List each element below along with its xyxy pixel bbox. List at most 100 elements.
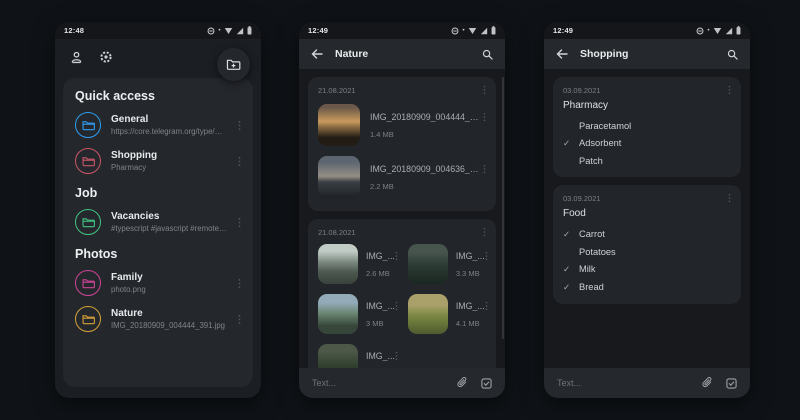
item-menu-icon[interactable] — [238, 314, 241, 325]
file-name: IMG_20180909_004636_57... — [370, 163, 483, 174]
photo-thumbnail[interactable] — [318, 344, 358, 368]
item-menu-icon[interactable] — [483, 112, 486, 122]
folder-subtitle: https://core.telegram.org/type/WebP... — [111, 127, 228, 136]
card-menu-icon[interactable] — [483, 227, 486, 237]
grid-file-item[interactable]: IMG_... 3.3 MB — [407, 241, 488, 287]
folder-item-general[interactable]: General https://core.telegram.org/type/W… — [75, 107, 241, 143]
note-title: Food — [563, 208, 586, 219]
file-name: IMG_... — [455, 300, 485, 311]
grid-file-item[interactable]: IMG_... 2.6 MB — [318, 241, 398, 287]
check-icon[interactable]: ✓ — [563, 282, 579, 293]
item-menu-icon[interactable] — [395, 251, 398, 261]
checklist-label: Potatoes — [579, 246, 616, 257]
photo-thumbnail[interactable] — [407, 294, 448, 334]
checklist-item[interactable]: Potatoes — [563, 243, 731, 260]
file-name: IMG_... — [455, 250, 485, 261]
nature-screen: 12:49 Nature 21.08.2021 IMG_20180909_004… — [299, 22, 505, 398]
photo-thumbnail[interactable] — [318, 294, 358, 334]
folder-icon — [75, 270, 101, 296]
item-menu-icon[interactable] — [395, 301, 398, 311]
file-name: IMG_20180909_004444_39... — [370, 111, 483, 122]
text-input[interactable] — [557, 378, 689, 388]
folder-item-shopping[interactable]: Shopping Pharmacy — [75, 143, 241, 179]
search-icon[interactable] — [727, 49, 738, 60]
signal-icon — [236, 27, 244, 34]
checklist-item[interactable]: ✓ Carrot — [563, 225, 731, 243]
item-menu-icon[interactable] — [485, 301, 488, 311]
section-title-job: Job — [75, 186, 98, 200]
folder-item-family[interactable]: Family photo.png — [75, 265, 241, 301]
folder-item-texts: Nature IMG_20180909_004444_391.jpg — [111, 308, 228, 330]
search-icon[interactable] — [482, 49, 493, 60]
profile-icon[interactable] — [70, 51, 83, 64]
files-toolbar — [55, 39, 261, 81]
section-title-photos: Photos — [75, 247, 118, 261]
item-menu-icon[interactable] — [238, 120, 241, 131]
file-size: 4.1 MB — [455, 318, 480, 328]
file-name: IMG_... — [366, 300, 395, 311]
scrollbar[interactable] — [502, 77, 504, 339]
checklist-label: Milk — [579, 264, 596, 274]
select-checkbox-icon[interactable] — [481, 377, 492, 389]
photo-thumbnail[interactable] — [318, 104, 360, 146]
back-icon[interactable] — [556, 48, 568, 60]
file-size: 1.4 MB — [370, 129, 394, 139]
card-menu-icon[interactable] — [728, 85, 731, 95]
checklist-item[interactable]: ✓ Adsorbent — [563, 134, 731, 152]
date-row: 03.09.2021 — [563, 193, 731, 203]
folder-icon — [75, 209, 101, 235]
item-menu-icon[interactable] — [238, 156, 241, 167]
checklist-item[interactable]: ✓ Milk — [563, 260, 731, 278]
status-bar: 12:49 — [544, 22, 750, 39]
status-time: 12:49 — [308, 26, 329, 35]
folder-title: Family — [111, 272, 143, 283]
back-icon[interactable] — [311, 48, 323, 60]
wifi-icon — [224, 27, 233, 34]
card-menu-icon[interactable] — [483, 85, 486, 95]
item-menu-icon[interactable] — [395, 351, 398, 361]
photo-thumbnail[interactable] — [407, 244, 448, 284]
folder-item-nature[interactable]: Nature IMG_20180909_004444_391.jpg — [75, 301, 241, 337]
select-checkbox-icon[interactable] — [726, 377, 737, 389]
item-menu-icon[interactable] — [483, 164, 486, 174]
check-icon[interactable]: ✓ — [563, 138, 579, 149]
card-menu-icon[interactable] — [728, 193, 731, 203]
attachment-icon[interactable] — [457, 377, 468, 389]
status-bar: 12:48 — [55, 22, 261, 39]
wifi-icon — [468, 27, 477, 34]
checklist-item[interactable]: ✓ Bread — [563, 278, 731, 296]
new-folder-fab[interactable] — [217, 48, 250, 81]
folder-icon — [75, 112, 101, 138]
status-icons — [696, 26, 741, 35]
file-row[interactable]: IMG_20180909_004444_39... 1.4 MB — [318, 99, 486, 151]
text-input[interactable] — [312, 378, 444, 388]
item-menu-icon[interactable] — [485, 251, 488, 261]
file-list-scroll-area[interactable]: 21.08.2021 IMG_20180909_004444_39... 1.4… — [299, 69, 505, 368]
item-menu-icon[interactable] — [238, 217, 241, 228]
grid-file-item[interactable]: IMG_... 3 MB — [318, 291, 398, 337]
file-row[interactable]: IMG_20180909_004636_57... 2.2 MB — [318, 151, 486, 203]
alarm-dot-icon — [462, 28, 465, 31]
grid-file-item[interactable]: IMG_... 4.1 MB — [407, 291, 488, 337]
folder-item-vacancies[interactable]: Vacancies #typescript #javascript #remot… — [75, 204, 241, 240]
date-label: 21.08.2021 — [318, 227, 356, 237]
check-icon[interactable]: ✓ — [563, 229, 579, 240]
vibrate-icon — [207, 27, 215, 34]
file-name: IMG_... — [366, 350, 395, 361]
date-label: 21.08.2021 — [318, 85, 356, 95]
photo-thumbnail[interactable] — [318, 244, 358, 284]
attachment-icon[interactable] — [702, 377, 713, 389]
files-screen: 12:48 Quick access General https://core.… — [55, 22, 261, 398]
checklist-item[interactable]: Paracetamol — [563, 117, 731, 134]
check-icon[interactable]: ✓ — [563, 264, 579, 275]
folder-subtitle: IMG_20180909_004444_391.jpg — [111, 321, 226, 330]
status-bar: 12:49 — [299, 22, 505, 39]
message-input-bar — [299, 368, 505, 398]
folder-title: Nature — [111, 308, 143, 319]
settings-gear-icon[interactable] — [99, 50, 113, 64]
checklist-item[interactable]: Patch — [563, 152, 731, 169]
notes-scroll-area[interactable]: 03.09.2021 Pharmacy Paracetamol ✓ Adsorb… — [544, 69, 750, 368]
photo-thumbnail[interactable] — [318, 156, 360, 198]
item-menu-icon[interactable] — [238, 278, 241, 289]
grid-file-item[interactable]: IMG_... 4.3 MB — [318, 341, 398, 368]
